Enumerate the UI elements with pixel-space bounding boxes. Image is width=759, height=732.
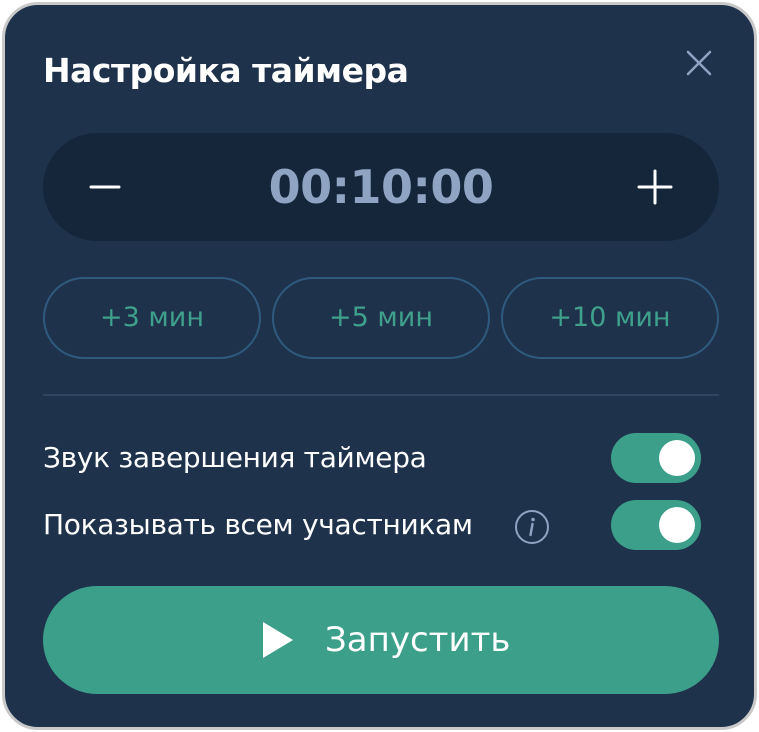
sound-toggle[interactable] [611, 433, 701, 483]
show-all-toggle[interactable] [611, 500, 701, 550]
plus-icon [637, 169, 673, 205]
timer-settings-dialog: Настройка таймера 00:10:00 +3 мин +5 мин… [2, 2, 757, 730]
timer-value: 00:10:00 [268, 160, 494, 214]
preset-10-min-button[interactable]: +10 мин [501, 277, 719, 359]
toggle-knob [659, 440, 695, 476]
play-icon [263, 622, 293, 658]
dialog-title: Настройка таймера [43, 51, 409, 90]
preset-5-min-button[interactable]: +5 мин [272, 277, 490, 359]
preset-buttons: +3 мин +5 мин +10 мин [43, 277, 719, 359]
start-button-label: Запустить [325, 620, 511, 660]
preset-3-min-button[interactable]: +3 мин [43, 277, 261, 359]
toggle-knob [659, 507, 695, 543]
close-button[interactable] [681, 45, 717, 81]
show-all-setting-label: Показывать всем участникам [43, 508, 473, 541]
sound-setting-label: Звук завершения таймера [43, 441, 427, 474]
increment-button[interactable] [625, 157, 685, 217]
info-icon[interactable] [513, 508, 551, 546]
timer-stepper: 00:10:00 [43, 133, 719, 241]
divider [43, 394, 719, 396]
close-icon [686, 50, 712, 76]
start-button[interactable]: Запустить [43, 586, 719, 694]
